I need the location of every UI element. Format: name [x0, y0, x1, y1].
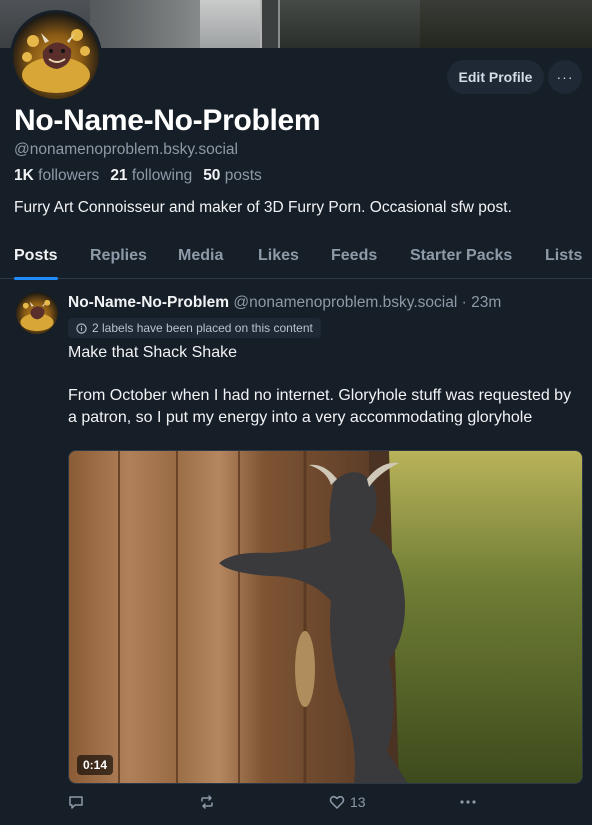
- video-thumbnail: [69, 451, 582, 783]
- repost-button[interactable]: [199, 794, 215, 810]
- like-button[interactable]: 13: [329, 794, 366, 810]
- post-text-line: From October when I had no internet. Glo…: [68, 387, 572, 426]
- tab-likes[interactable]: Likes: [258, 236, 299, 279]
- post-actions: 13: [68, 792, 583, 816]
- avatar-image: [22, 29, 90, 93]
- post-author-handle[interactable]: @nonamenoproblem.bsky.social: [233, 294, 457, 311]
- profile-display-name: No-Name-No-Problem: [14, 104, 321, 137]
- followers-label: followers: [38, 167, 100, 184]
- like-icon: [329, 795, 345, 809]
- profile-stats: 1K followers 21 following 50 posts: [14, 167, 269, 185]
- tab-lists[interactable]: Lists: [545, 236, 582, 279]
- reply-icon: [69, 796, 83, 809]
- tab-media[interactable]: Media: [178, 236, 223, 279]
- tab-posts[interactable]: Posts: [14, 236, 58, 280]
- tab-feeds[interactable]: Feeds: [331, 236, 377, 279]
- followers-link[interactable]: 1K followers: [14, 167, 99, 185]
- repost-icon: [201, 795, 213, 809]
- post-more-button[interactable]: [459, 794, 477, 810]
- following-label: following: [131, 167, 193, 184]
- post-video[interactable]: 0:14: [68, 450, 583, 784]
- profile-tabs: Posts Replies Media Likes Feeds Starter …: [0, 236, 592, 280]
- avatar-image: [20, 299, 54, 332]
- post-header: No-Name-No-Problem @nonamenoproblem.bsky…: [68, 294, 501, 312]
- profile-bio: Furry Art Connoisseur and maker of 3D Fu…: [14, 199, 512, 216]
- profile-more-button[interactable]: ···: [548, 60, 582, 94]
- info-icon: [76, 322, 87, 334]
- edit-profile-button[interactable]: Edit Profile: [447, 60, 544, 94]
- posts-label: posts: [224, 167, 262, 184]
- post-text-line: Make that Shack Shake: [68, 344, 237, 361]
- more-icon: ···: [556, 69, 574, 85]
- posts-stat: 50 posts: [203, 167, 262, 185]
- tab-replies[interactable]: Replies: [90, 236, 147, 279]
- video-duration: 0:14: [77, 755, 114, 775]
- post-text: Make that Shack Shake From October when …: [68, 342, 583, 450]
- profile-handle: @nonamenoproblem.bsky.social: [14, 141, 238, 158]
- more-icon: [460, 800, 476, 804]
- content-labels-text: 2 labels have been placed on this conten…: [92, 321, 313, 335]
- post-author-name[interactable]: No-Name-No-Problem: [68, 294, 229, 311]
- reply-button[interactable]: [68, 794, 84, 810]
- post-timestamp[interactable]: · 23m: [462, 294, 502, 311]
- like-count: 13: [350, 794, 366, 810]
- tab-starter-packs[interactable]: Starter Packs: [410, 236, 512, 279]
- profile-avatar[interactable]: [10, 10, 102, 102]
- post-author-avatar[interactable]: [16, 292, 58, 334]
- followers-count: 1K: [14, 167, 34, 184]
- content-labels-badge[interactable]: 2 labels have been placed on this conten…: [68, 318, 321, 338]
- posts-count: 50: [203, 167, 221, 184]
- following-link[interactable]: 21 following: [110, 167, 192, 185]
- following-count: 21: [110, 167, 128, 184]
